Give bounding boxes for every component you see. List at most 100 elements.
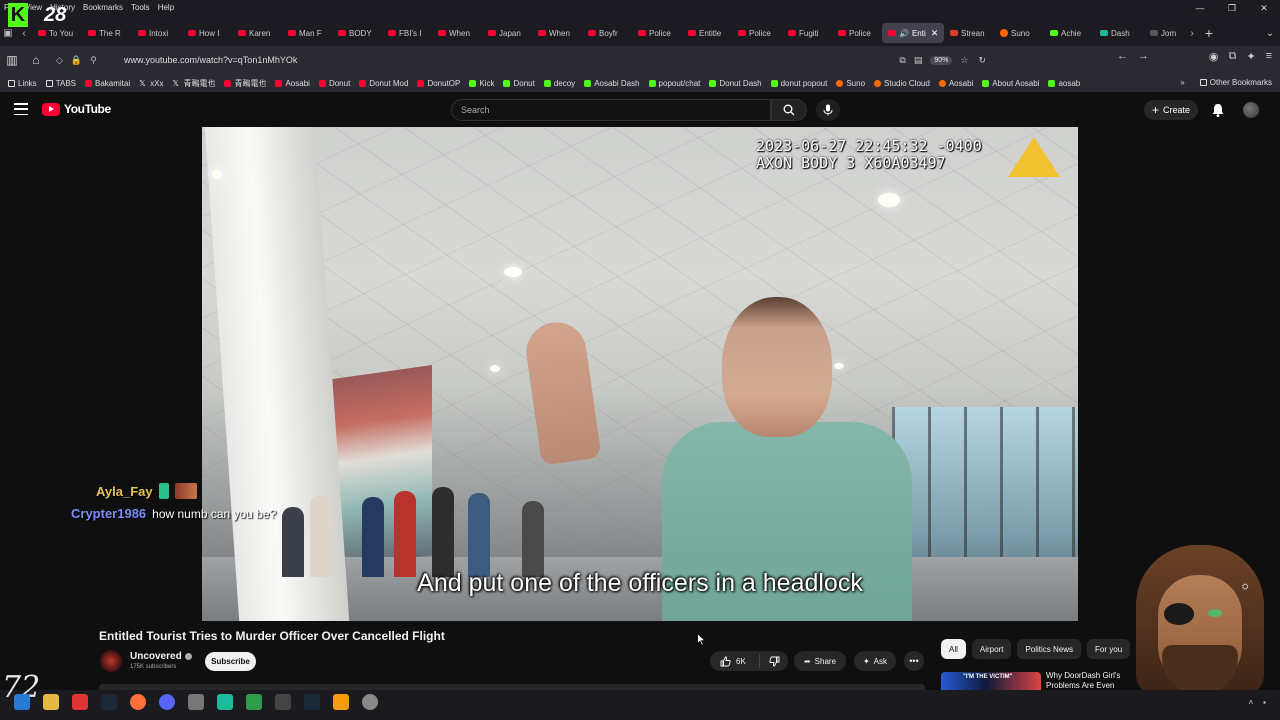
bookmark-item[interactable]: decoy	[543, 79, 575, 88]
browser-tab[interactable]: To You	[32, 23, 82, 43]
guide-menu-icon[interactable]	[14, 103, 28, 115]
like-button[interactable]: 6K	[710, 654, 760, 668]
browser-tab[interactable]: Intoxi	[132, 23, 182, 43]
permissions-icon[interactable]: ⚲	[90, 55, 97, 66]
bookmark-item[interactable]: Aosabi	[938, 79, 973, 88]
chat-app-icon[interactable]	[217, 694, 233, 710]
tab-scroll-right-icon[interactable]: ›	[1184, 23, 1200, 43]
bookmark-item[interactable]: Links	[8, 79, 37, 88]
zoom-level[interactable]: 90%	[930, 55, 953, 65]
back-icon[interactable]: ←	[1117, 50, 1128, 63]
chevron-up-icon[interactable]: ˄	[1248, 698, 1253, 707]
settings-gear-icon[interactable]	[362, 694, 378, 710]
firefox-icon[interactable]	[130, 694, 146, 710]
ask-button[interactable]: ✦ Ask	[854, 651, 896, 671]
windows-start-icon[interactable]	[14, 694, 30, 710]
menu-help[interactable]: Help	[158, 1, 174, 15]
new-tab-button[interactable]: +	[1200, 25, 1218, 41]
sidebar-toggle-icon[interactable]: ▥	[0, 48, 24, 72]
file-explorer-icon[interactable]	[43, 694, 59, 710]
discord-icon[interactable]	[159, 694, 175, 710]
browser-tab[interactable]: BODY	[332, 23, 382, 43]
bookmark-item[interactable]: Donut	[503, 79, 535, 88]
picture-in-picture-icon[interactable]: ⧉	[899, 55, 905, 66]
voice-search-button[interactable]	[816, 99, 840, 121]
bookmark-item[interactable]: Donut	[318, 79, 350, 88]
account-avatar[interactable]	[1243, 102, 1259, 118]
app-icon[interactable]	[188, 694, 204, 710]
bookmark-item[interactable]: Studio Cloud	[874, 79, 930, 88]
browser-tab[interactable]: The R	[82, 23, 132, 43]
steam-icon[interactable]	[304, 694, 320, 710]
menu-tools[interactable]: Tools	[131, 1, 150, 15]
browser-tab[interactable]: Japan	[482, 23, 532, 43]
bookmark-item[interactable]: donut popout	[770, 79, 827, 88]
bookmark-item[interactable]: Donut Mod	[359, 79, 408, 88]
channel-name[interactable]: Uncovered	[130, 651, 192, 662]
bookmark-item[interactable]: Bakamitai	[85, 79, 130, 88]
url-bar[interactable]: ◇ 🔒 ⚲ www.youtube.com/watch?v=qTon1nMhYO…	[56, 50, 986, 70]
channel-avatar[interactable]	[100, 650, 122, 672]
bookmark-item[interactable]: TABS	[45, 79, 76, 88]
recommended-video-thumbnail[interactable]: "I'M THE VICTIM"	[941, 672, 1041, 690]
bookmark-star-icon[interactable]: ☆	[960, 55, 968, 66]
account-icon[interactable]: ◉	[1209, 50, 1219, 63]
close-window-icon[interactable]: ✕	[1248, 0, 1280, 16]
tab-scroll-left-icon[interactable]: ‹	[16, 23, 32, 43]
browser-tab-active[interactable]: 🔊 Enti ✕	[882, 23, 944, 43]
restore-icon[interactable]: ❐	[1216, 0, 1248, 16]
browser-tab[interactable]: Jom	[1144, 23, 1184, 43]
app-icon[interactable]	[275, 694, 291, 710]
browser-tab[interactable]: Entitle	[682, 23, 732, 43]
browser-tab[interactable]: Boyfr	[582, 23, 632, 43]
search-button[interactable]	[771, 99, 807, 121]
bookmark-item[interactable]: Donut Dash	[709, 79, 762, 88]
create-button[interactable]: + Create	[1144, 100, 1198, 120]
vlc-icon[interactable]	[333, 694, 349, 710]
list-tabs-icon[interactable]: ⌄	[1260, 28, 1280, 39]
browser-tab[interactable]: Suno	[994, 23, 1044, 43]
video-player[interactable]: 2023-06-27 22:45:32 -0400 AXON BODY 3 X6…	[202, 127, 1078, 621]
browser-tab[interactable]: Man F	[282, 23, 332, 43]
extensions-icon[interactable]: ⧉	[1229, 50, 1237, 63]
browser-tab[interactable]: Achie	[1044, 23, 1094, 43]
reload-icon[interactable]: ↻	[978, 55, 986, 66]
notifications-bell-icon[interactable]	[1210, 102, 1226, 118]
chip-politics-news[interactable]: Politics News	[1017, 639, 1082, 659]
subscribe-button[interactable]: Subscribe	[205, 652, 256, 671]
minimize-icon[interactable]: —	[1184, 0, 1216, 16]
forward-icon[interactable]: →	[1138, 50, 1149, 63]
recommended-video-title[interactable]: Why DoorDash Girl's Problems Are Even	[1046, 671, 1126, 690]
bookmark-item[interactable]: Aosabi	[275, 79, 310, 88]
steam-icon[interactable]	[101, 694, 117, 710]
chip-for-you[interactable]: For you	[1087, 639, 1131, 659]
speaker-icon[interactable]: 🔊	[899, 29, 909, 38]
browser-tab[interactable]: Strean	[944, 23, 994, 43]
bookmark-item[interactable]: About Aosabi	[982, 79, 1039, 88]
chip-airport[interactable]: Airport	[971, 639, 1012, 659]
channel-name-text[interactable]: Uncovered	[130, 651, 182, 662]
menu-bookmarks[interactable]: Bookmarks	[83, 1, 123, 15]
home-icon[interactable]: ⌂	[24, 48, 48, 72]
notepad-icon[interactable]	[246, 694, 262, 710]
browser-tab[interactable]: When	[532, 23, 582, 43]
browser-tab[interactable]: Karen	[232, 23, 282, 43]
bookmark-item[interactable]: aosab	[1048, 79, 1080, 88]
browser-tab[interactable]: Police	[832, 23, 882, 43]
chevron-right-icon[interactable]: »	[1180, 78, 1184, 87]
browser-tab[interactable]: Fugiti	[782, 23, 832, 43]
youtube-logo[interactable]: YouTube	[42, 102, 111, 116]
browser-tab[interactable]: Police	[732, 23, 782, 43]
search-input[interactable]: Search	[451, 99, 771, 121]
bookmark-item[interactable]: Suno	[836, 79, 865, 88]
bookmark-item[interactable]: DonutOP	[417, 79, 460, 88]
menu-icon[interactable]: ≡	[1266, 50, 1272, 63]
dislike-button[interactable]	[760, 656, 788, 667]
share-button[interactable]: ➦ Share	[794, 651, 846, 671]
url-text[interactable]: www.youtube.com/watch?v=qTon1nMhYOk	[124, 55, 899, 65]
obs-icon[interactable]	[72, 694, 88, 710]
shield-icon[interactable]: ◇	[56, 55, 63, 66]
reader-view-icon[interactable]: ▤	[914, 55, 923, 66]
extension-icon[interactable]: ✦	[1246, 50, 1255, 63]
tab-overview-icon[interactable]: ▣	[0, 23, 16, 43]
